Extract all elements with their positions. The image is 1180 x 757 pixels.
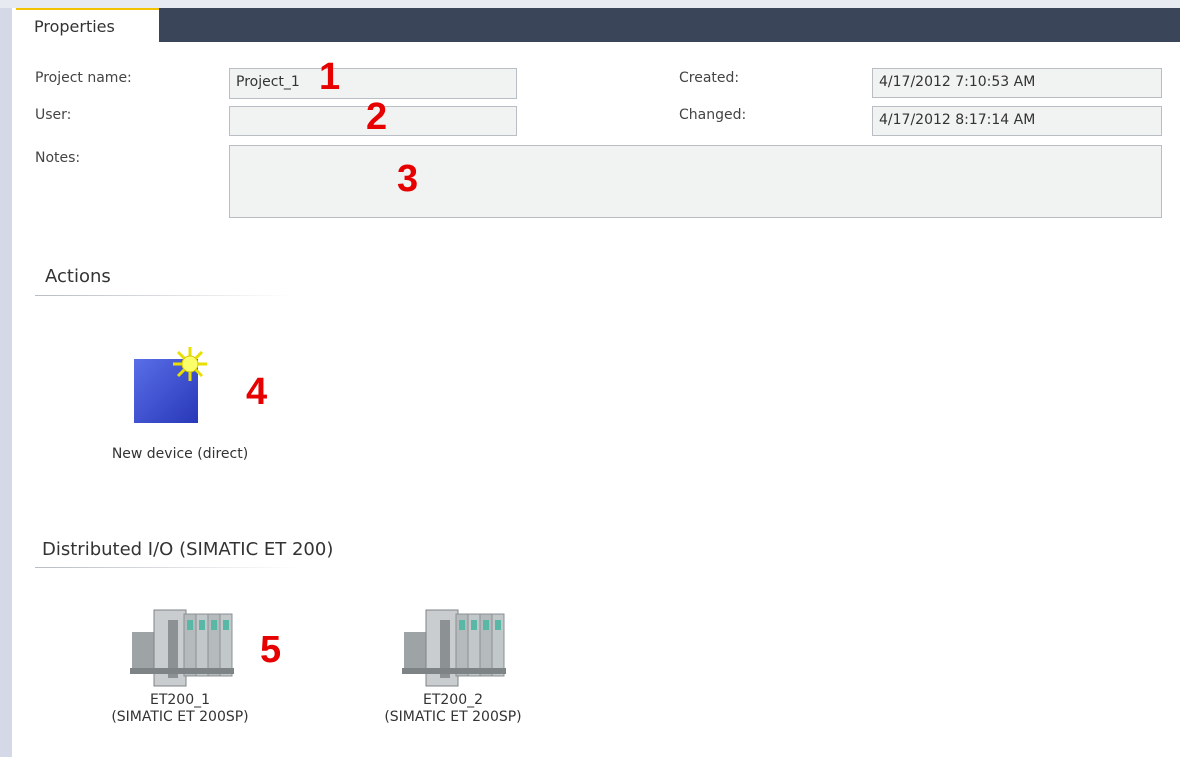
project-name-field[interactable]: Project_1 (229, 68, 517, 99)
marker-4: 4 (246, 371, 268, 413)
tab-properties-label: Properties (34, 17, 115, 36)
user-label: User: (35, 107, 72, 123)
new-device-icon (134, 347, 207, 423)
new-device-caption: New device (direct) (111, 446, 249, 462)
tab-properties[interactable]: Properties (16, 8, 159, 42)
marker-2: 2 (366, 96, 388, 138)
notes-label: Notes: (35, 150, 81, 166)
created-field: 4/17/2012 7:10:53 AM (872, 68, 1162, 98)
et200-2-device[interactable] (400, 608, 508, 690)
et200-1-device[interactable] (128, 608, 236, 690)
et200-1-type: (SIMATIC ET 200SP) (111, 709, 249, 725)
header-bar (159, 8, 1180, 42)
left-border (0, 0, 12, 757)
changed-label: Changed: (679, 107, 747, 123)
et200-2-label: ET200_2 (SIMATIC ET 200SP) (353, 692, 553, 726)
new-device-button[interactable] (130, 345, 218, 427)
et200-1-name: ET200_1 (149, 692, 211, 708)
et200-1-label: ET200_1 (SIMATIC ET 200SP) (80, 692, 280, 726)
top-border (0, 0, 1180, 8)
distributed-io-divider (35, 567, 300, 568)
actions-heading: Actions (45, 266, 111, 287)
project-name-label: Project name: (35, 70, 132, 86)
changed-field: 4/17/2012 8:17:14 AM (872, 106, 1162, 136)
et200-2-type: (SIMATIC ET 200SP) (384, 709, 522, 725)
marker-5: 5 (260, 629, 282, 671)
marker-3: 3 (397, 158, 419, 200)
created-label: Created: (679, 70, 740, 86)
notes-field[interactable] (229, 145, 1162, 218)
et200sp-icon (130, 609, 234, 687)
et200-2-name: ET200_2 (422, 692, 484, 708)
distributed-io-heading: Distributed I/O (SIMATIC ET 200) (42, 539, 334, 560)
new-device-label: New device (direct) (80, 446, 280, 463)
actions-divider (35, 295, 295, 296)
marker-1: 1 (319, 56, 341, 98)
et200sp-icon (402, 609, 506, 687)
